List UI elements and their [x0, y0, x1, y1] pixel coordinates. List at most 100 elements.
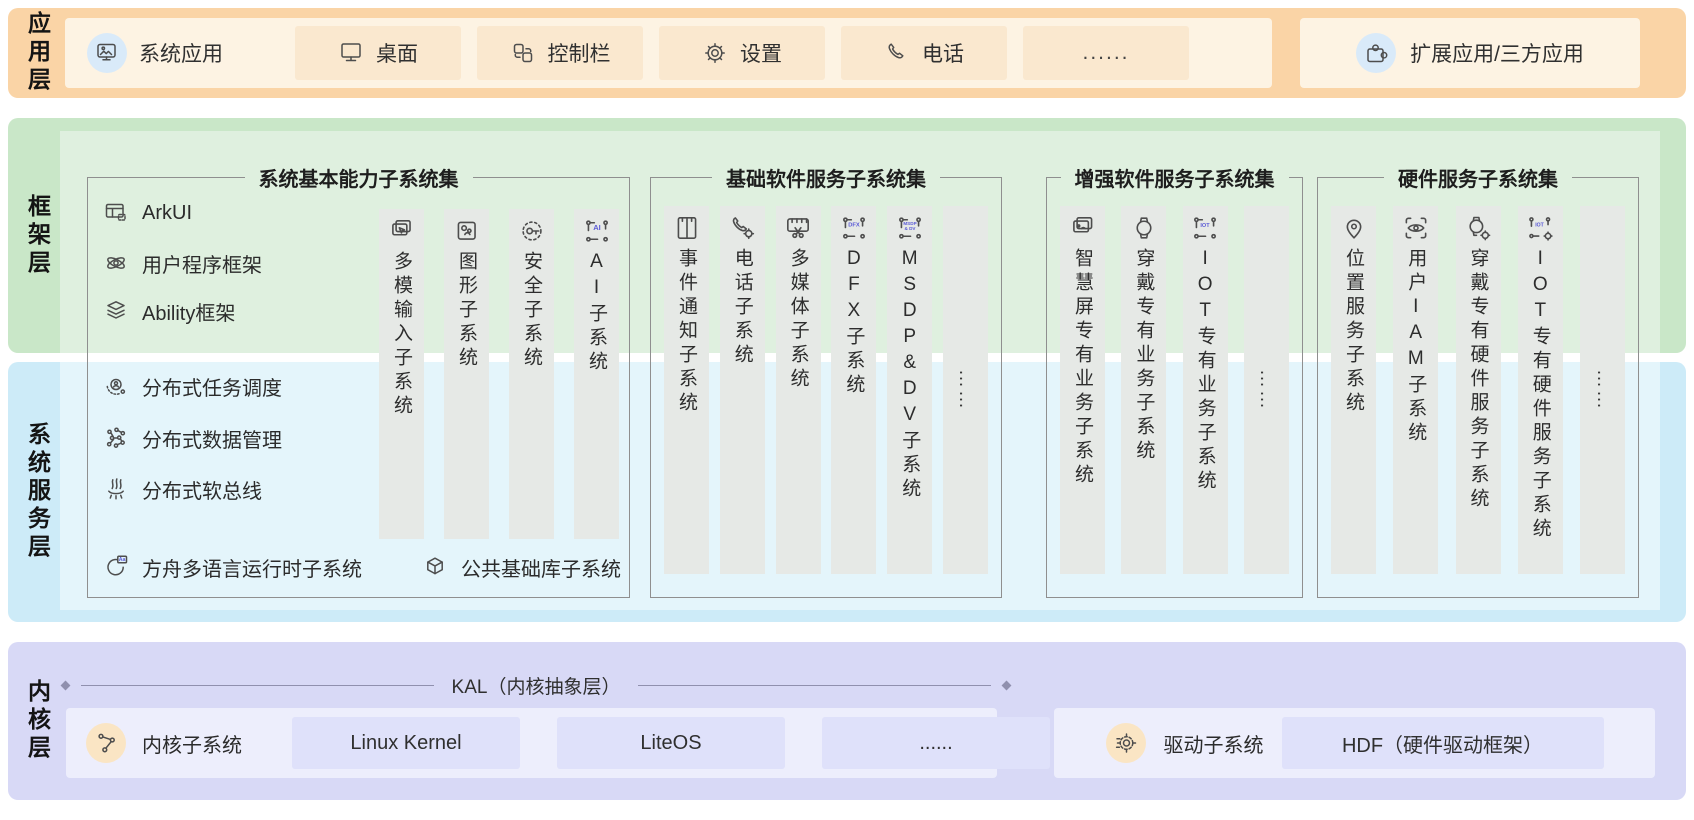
event-notification-icon: [677, 217, 696, 239]
user-iam-icon: [1405, 217, 1427, 239]
app-item-label: 扩展应用/三方应用: [1410, 43, 1584, 66]
system-service-layer-label: 系统服务层: [24, 422, 51, 562]
pillar-label: 穿戴专有硬件服务子系统: [1467, 248, 1489, 512]
cube-icon: [427, 557, 443, 575]
pillar-wearable-service: 穿戴专有业务子系统: [1121, 206, 1167, 574]
app-item-desktop: 桌面: [295, 26, 461, 80]
user-program-framework-icon: [107, 257, 125, 269]
pillar-user-iam: 用户IAM子系统: [1393, 206, 1439, 574]
pillar-security: 安全子系统: [509, 209, 554, 539]
graphics-icon: [457, 221, 476, 240]
svg-text:MSDP: MSDP: [903, 221, 916, 226]
svg-text:& DV: & DV: [904, 226, 916, 231]
pillar-label: 多媒体子系统: [787, 248, 809, 392]
item-label: 用户程序框架: [142, 254, 262, 277]
kernel-option-ellipsis: ......: [822, 717, 1050, 769]
pillar-label: 用户IAM子系统: [1405, 248, 1427, 446]
security-icon: [521, 221, 542, 241]
item-label: 分布式数据管理: [142, 429, 282, 452]
item-user-program-framework: 用户程序框架: [103, 246, 393, 280]
pillar-group: 多模输入子系统 图形子系统 安全子系统 AI AI子系统: [379, 209, 619, 539]
app-item-phone: 电话: [841, 26, 1007, 80]
item-distributed-task: 分布式任务调度: [103, 369, 393, 403]
multimodal-input-icon: [391, 220, 411, 236]
driver-gear-icon: [1105, 723, 1146, 763]
pillar-label: 安全子系统: [521, 251, 542, 371]
framework-item-list: ArkUI 用户程序框架 Ability框架 分布式任务调度 分布式数据管理 分…: [103, 178, 393, 506]
kernel-subsystem-panel: 内核子系统 Linux Kernel LiteOS ......: [66, 708, 1050, 778]
kal-title: KAL（内核抽象层）: [451, 676, 621, 698]
pillar-ellipsis: ……: [1580, 206, 1625, 574]
app-item-system-apps: 系统应用: [87, 33, 279, 73]
app-item-label: 电话: [922, 43, 964, 66]
telephony-icon: [732, 217, 755, 240]
pillar-label: 穿戴专有业务子系统: [1133, 248, 1155, 464]
pillar-label: DFX子系统: [843, 248, 865, 398]
pillar-label: 图形子系统: [456, 251, 477, 371]
pillar-location: 位置服务子系统: [1331, 206, 1376, 574]
desktop-icon: [341, 43, 361, 62]
pillar-multimodal-input: 多模输入子系统: [379, 209, 424, 539]
pillar-label: 位置服务子系统: [1343, 248, 1364, 416]
kal-line: [81, 684, 434, 686]
ai-icon: AI: [585, 220, 608, 242]
pillar-group: 事件通知子系统 电话子系统 多媒体子系统 DFX DFX子系统 MSDP & DV…: [664, 206, 988, 574]
item-label: 分布式任务调度: [142, 377, 282, 400]
pillar-wearable-hardware: 穿戴专有硬件服务子系统: [1455, 206, 1501, 574]
kernel-option-linux: Linux Kernel: [292, 717, 520, 769]
application-panel: 系统应用 桌面 控制栏 设置 电话 ......: [65, 18, 1272, 88]
item-label: ArkUI: [142, 201, 192, 224]
item-label: 方舟多语言运行时子系统: [142, 558, 362, 581]
openharmony-architecture-diagram: 应用层 系统应用 桌面 控制栏 设置 电话 ...... 扩展应用/三方应用 框…: [0, 0, 1694, 820]
pillar-group: 位置服务子系统 用户IAM子系统 穿戴专有硬件服务子系统 IOT IOT专有硬件…: [1331, 206, 1625, 574]
pillar-telephony: 电话子系统: [719, 206, 765, 574]
pillar-ellipsis: ……: [942, 206, 988, 574]
pillar-iot-service: IOT IOT专有业务子系统: [1182, 206, 1228, 574]
pillar-dfx: DFX DFX子系统: [831, 206, 877, 574]
item-ability-framework: Ability框架: [103, 294, 393, 328]
pillar-label: IOT专有硬件服务子系统: [1529, 248, 1551, 542]
application-layer-band: 应用层 系统应用 桌面 控制栏 设置 电话 ...... 扩展应用/三方应用: [8, 8, 1686, 98]
ellipsis-text: ……: [955, 369, 977, 411]
app-item-control-bar: 控制栏: [477, 26, 643, 80]
kernel-branch-icon: [86, 723, 126, 763]
pillar-label: 电话子系统: [731, 248, 753, 368]
section-basic-software-services: 基础软件服务子系统集 事件通知子系统 电话子系统 多媒体子系统 DFX DFX子…: [650, 163, 1002, 598]
kernel-layer-label: 内核层: [24, 679, 51, 763]
puzzle-icon: [1356, 33, 1397, 73]
item-arkui: ArkUI: [103, 196, 393, 230]
system-app-icon: [87, 33, 127, 73]
kernel-layer-band: 内核层 KAL（内核抽象层） 内核子系统 Linux Kernel LiteOS…: [8, 642, 1686, 800]
svg-text:IOT: IOT: [1535, 222, 1544, 228]
app-item-label: 系统应用: [139, 43, 223, 66]
section-enhanced-software-services: 增强软件服务子系统集 智慧屏专有业务子系统 穿戴专有业务子系统 IOT IOT专…: [1046, 163, 1303, 598]
phone-icon: [888, 43, 904, 59]
pillar-multimedia: 多媒体子系统: [775, 206, 821, 574]
pillar-ai: AI AI子系统: [574, 209, 619, 539]
driver-option-hdf: HDF（硬件驱动框架）: [1281, 717, 1604, 769]
item-label: 公共基础库子系统: [461, 558, 621, 581]
runtime-item-row: Aa 方舟多语言运行时子系统 公共基础库子系统: [103, 550, 621, 584]
section-title: 硬件服务子系统集: [1384, 163, 1572, 192]
svg-text:AI: AI: [593, 223, 601, 232]
section-hardware-services: 硬件服务子系统集 位置服务子系统 用户IAM子系统 穿戴专有硬件服务子系统 IO…: [1317, 163, 1639, 598]
item-distributed-data: 分布式数据管理: [103, 421, 393, 455]
app-item-label: 桌面: [376, 43, 418, 66]
control-bar-icon: [513, 43, 532, 63]
kernel-subsystem-label: 内核子系统: [142, 734, 242, 757]
app-item-ellipsis: ......: [1023, 26, 1189, 80]
smart-screen-icon: [1072, 217, 1092, 233]
pillar-graphics: 图形子系统: [444, 209, 489, 539]
section-title: 基础软件服务子系统集: [712, 163, 940, 192]
app-item-label: 设置: [740, 43, 782, 66]
driver-subsystem-label: 驱动子系统: [1163, 734, 1264, 757]
pillar-label: MSDP&DV子系统: [899, 248, 921, 502]
pillar-msdp-dv: MSDP & DV MSDP&DV子系统: [887, 206, 933, 574]
pillar-label: IOT专有业务子系统: [1194, 248, 1216, 494]
kal-line: [638, 684, 992, 686]
pillar-ellipsis: ……: [1243, 206, 1289, 574]
wearable-icon: [1136, 217, 1152, 239]
location-icon: [1346, 219, 1361, 239]
app-item-extension-apps: 扩展应用/三方应用: [1300, 18, 1640, 88]
kal-diamond-right-icon: [1001, 680, 1012, 690]
